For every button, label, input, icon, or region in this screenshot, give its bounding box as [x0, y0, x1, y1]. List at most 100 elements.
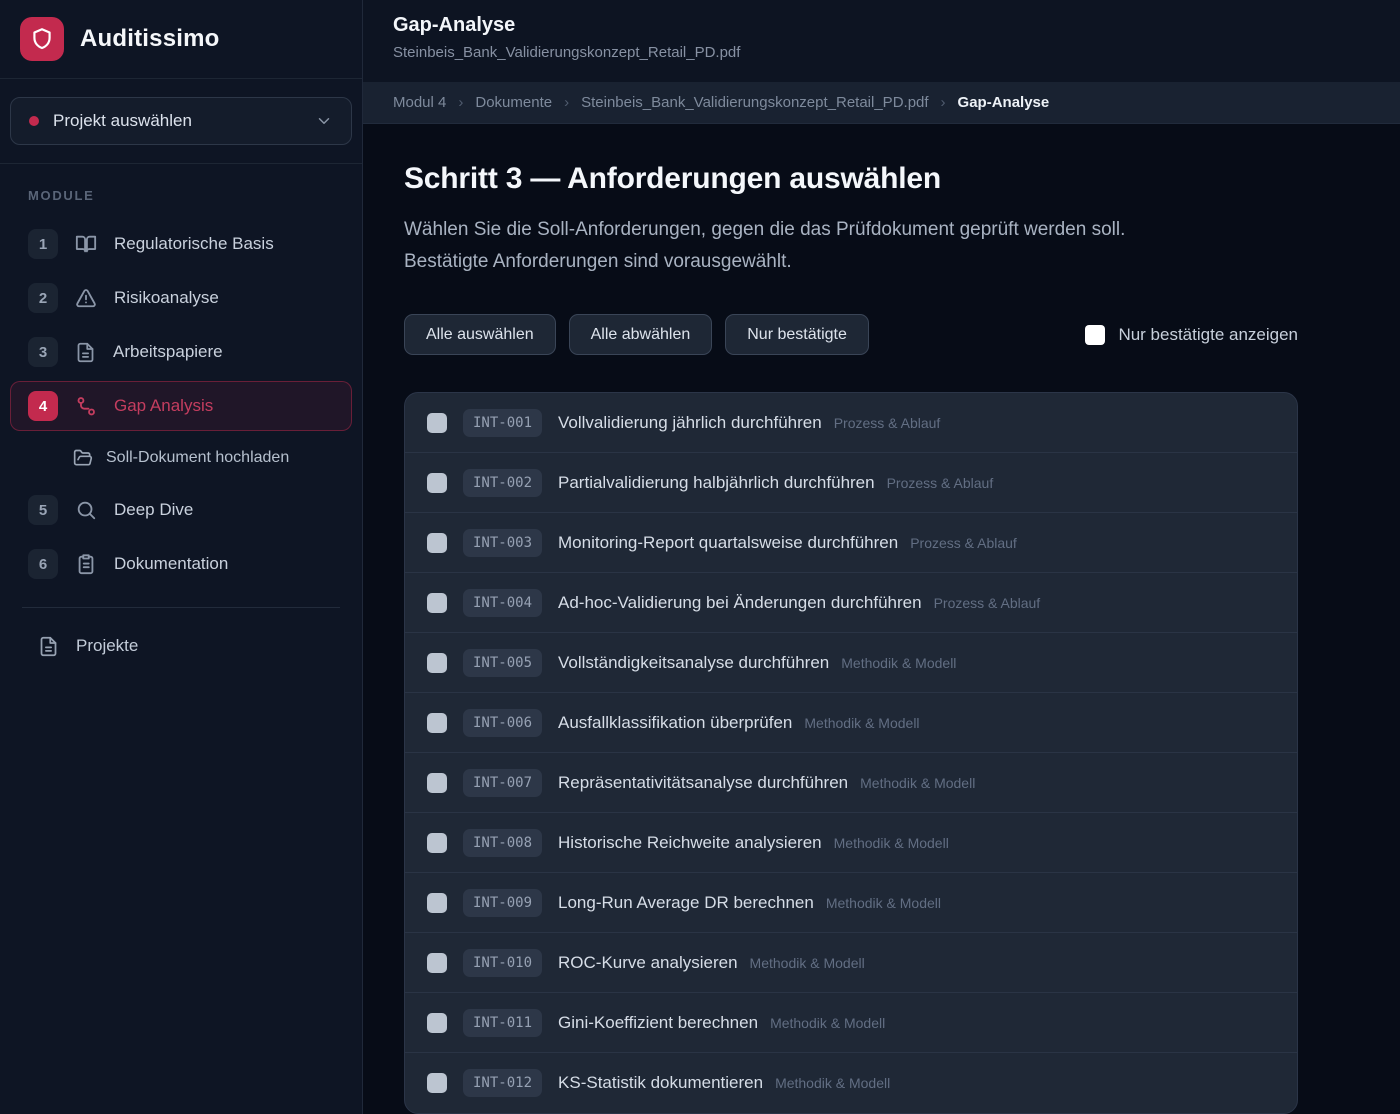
requirement-code-badge: INT-004 [463, 589, 542, 617]
project-status-dot [29, 116, 39, 126]
page-subtitle-filename: Steinbeis_Bank_Validierungskonzept_Retai… [393, 44, 1370, 61]
requirement-row[interactable]: INT-002 Partialvalidierung halbjährlich … [405, 453, 1297, 513]
requirement-category: Prozess & Ablauf [834, 415, 941, 431]
sidebar-item-label: Regulatorische Basis [114, 234, 274, 254]
sidebar-item-label: Dokumentation [114, 554, 228, 574]
sidebar-item-risikoanalyse[interactable]: 2 Risikoanalyse [10, 273, 352, 323]
only-confirmed-button[interactable]: Nur bestätigte [725, 314, 869, 355]
project-selector-label: Projekt auswählen [53, 111, 192, 131]
confirmed-only-checkbox[interactable] [1085, 325, 1105, 345]
requirement-checkbox[interactable] [427, 893, 447, 913]
breadcrumb-separator: › [941, 94, 946, 111]
requirement-checkbox[interactable] [427, 653, 447, 673]
requirement-row[interactable]: INT-001 Vollvalidierung jährlich durchfü… [405, 393, 1297, 453]
requirement-code-badge: INT-012 [463, 1069, 542, 1097]
requirement-row[interactable]: INT-009 Long-Run Average DR berechnen Me… [405, 873, 1297, 933]
requirement-checkbox[interactable] [427, 413, 447, 433]
sidebar-item-regulatorische-basis[interactable]: 1 Regulatorische Basis [10, 219, 352, 269]
sidebar-item-label: Gap Analysis [114, 396, 213, 416]
requirement-code-badge: INT-011 [463, 1009, 542, 1037]
sidebar-item-dokumentation[interactable]: 6 Dokumentation [10, 539, 352, 589]
requirement-row[interactable]: INT-006 Ausfallklassifikation überprüfen… [405, 693, 1297, 753]
requirement-checkbox[interactable] [427, 1013, 447, 1033]
search-icon [75, 499, 97, 521]
project-selector-wrap: Projekt auswählen [0, 79, 362, 164]
requirement-checkbox[interactable] [427, 773, 447, 793]
sidebar-item-arbeitspapiere[interactable]: 3 Arbeitspapiere [10, 327, 352, 377]
deselect-all-button[interactable]: Alle abwählen [569, 314, 713, 355]
sidebar: Auditissimo Projekt auswählen MODULE 1 R… [0, 0, 363, 1114]
requirement-row[interactable]: INT-010 ROC-Kurve analysieren Methodik &… [405, 933, 1297, 993]
requirement-code-badge: INT-007 [463, 769, 542, 797]
breadcrumb-separator: › [458, 94, 463, 111]
requirement-title: Repräsentativitätsanalyse durchführen [558, 773, 848, 793]
chevron-down-icon [315, 112, 333, 130]
requirement-title: KS-Statistik dokumentieren [558, 1073, 763, 1093]
requirement-row[interactable]: INT-008 Historische Reichweite analysier… [405, 813, 1297, 873]
requirement-row[interactable]: INT-003 Monitoring-Report quartalsweise … [405, 513, 1297, 573]
select-all-button[interactable]: Alle auswählen [404, 314, 556, 355]
requirement-code-badge: INT-010 [463, 949, 542, 977]
module-section-label: MODULE [28, 188, 334, 203]
sidebar-item-deep-dive[interactable]: 5 Deep Dive [10, 485, 352, 535]
requirement-row[interactable]: INT-004 Ad-hoc-Validierung bei Änderunge… [405, 573, 1297, 633]
requirement-checkbox[interactable] [427, 473, 447, 493]
requirement-title: Gini-Koeffizient berechnen [558, 1013, 758, 1033]
module-number-badge: 6 [28, 549, 58, 579]
sidebar-subitem-upload-target-document[interactable]: Soll-Dokument hochladen [10, 435, 352, 481]
file-text-icon [38, 636, 59, 657]
requirement-category: Methodik & Modell [841, 655, 956, 671]
requirement-category: Methodik & Modell [804, 715, 919, 731]
requirement-checkbox[interactable] [427, 953, 447, 973]
breadcrumb-separator: › [564, 94, 569, 111]
content: Schritt 3 — Anforderungen auswählen Wähl… [363, 124, 1400, 1114]
app-logo-row: Auditissimo [0, 0, 362, 79]
requirement-title: Ausfallklassifikation überprüfen [558, 713, 792, 733]
route-icon [75, 395, 97, 417]
sidebar-item-label: Deep Dive [114, 500, 193, 520]
project-selector[interactable]: Projekt auswählen [10, 97, 352, 145]
requirement-category: Methodik & Modell [770, 1015, 885, 1031]
sidebar-item-gap-analysis[interactable]: 4 Gap Analysis [10, 381, 352, 431]
requirement-title: Historische Reichweite analysieren [558, 833, 822, 853]
requirement-code-badge: INT-003 [463, 529, 542, 557]
folder-open-icon [73, 448, 93, 468]
module-number-badge: 5 [28, 495, 58, 525]
requirement-row[interactable]: INT-011 Gini-Koeffizient berechnen Metho… [405, 993, 1297, 1053]
requirement-checkbox[interactable] [427, 833, 447, 853]
sidebar-item-projekte[interactable]: Projekte [10, 622, 352, 670]
app-logo [20, 17, 64, 61]
breadcrumb-item[interactable]: Steinbeis_Bank_Validierungskonzept_Retai… [581, 94, 928, 111]
breadcrumb-item[interactable]: Dokumente [475, 94, 552, 111]
requirement-row[interactable]: INT-007 Repräsentativitätsanalyse durchf… [405, 753, 1297, 813]
requirement-checkbox[interactable] [427, 593, 447, 613]
requirement-row[interactable]: INT-012 KS-Statistik dokumentieren Metho… [405, 1053, 1297, 1113]
requirement-row[interactable]: INT-005 Vollständigkeitsanalyse durchfüh… [405, 633, 1297, 693]
alert-triangle-icon [75, 287, 97, 309]
requirement-category: Methodik & Modell [834, 835, 949, 851]
module-number-badge: 2 [28, 283, 58, 313]
requirement-code-badge: INT-008 [463, 829, 542, 857]
breadcrumb-item[interactable]: Modul 4 [393, 94, 446, 111]
requirement-checkbox[interactable] [427, 713, 447, 733]
clipboard-list-icon [75, 553, 97, 575]
step-description-line2: Bestätigte Anforderungen sind vorausgewä… [404, 246, 1300, 278]
toolbar: Alle auswählen Alle abwählen Nur bestäti… [404, 314, 1298, 355]
main-area: Gap-Analyse Steinbeis_Bank_Validierungsk… [363, 0, 1400, 1114]
book-open-icon [75, 233, 97, 255]
requirement-title: Partialvalidierung halbjährlich durchfüh… [558, 473, 875, 493]
requirement-category: Methodik & Modell [750, 955, 865, 971]
requirement-category: Methodik & Modell [860, 775, 975, 791]
requirement-title: Vollständigkeitsanalyse durchführen [558, 653, 829, 673]
requirement-title: Ad-hoc-Validierung bei Änderungen durchf… [558, 593, 922, 613]
sidebar-subitem-label: Soll-Dokument hochladen [106, 449, 289, 467]
requirement-checkbox[interactable] [427, 533, 447, 553]
requirement-category: Methodik & Modell [775, 1075, 890, 1091]
sidebar-footer-label: Projekte [76, 636, 138, 656]
module-number-badge: 1 [28, 229, 58, 259]
confirmed-only-filter[interactable]: Nur bestätigte anzeigen [1085, 325, 1298, 345]
requirement-checkbox[interactable] [427, 1073, 447, 1093]
app-name: Auditissimo [80, 25, 220, 53]
confirmed-only-label: Nur bestätigte anzeigen [1118, 325, 1298, 345]
requirement-title: Long-Run Average DR berechnen [558, 893, 814, 913]
